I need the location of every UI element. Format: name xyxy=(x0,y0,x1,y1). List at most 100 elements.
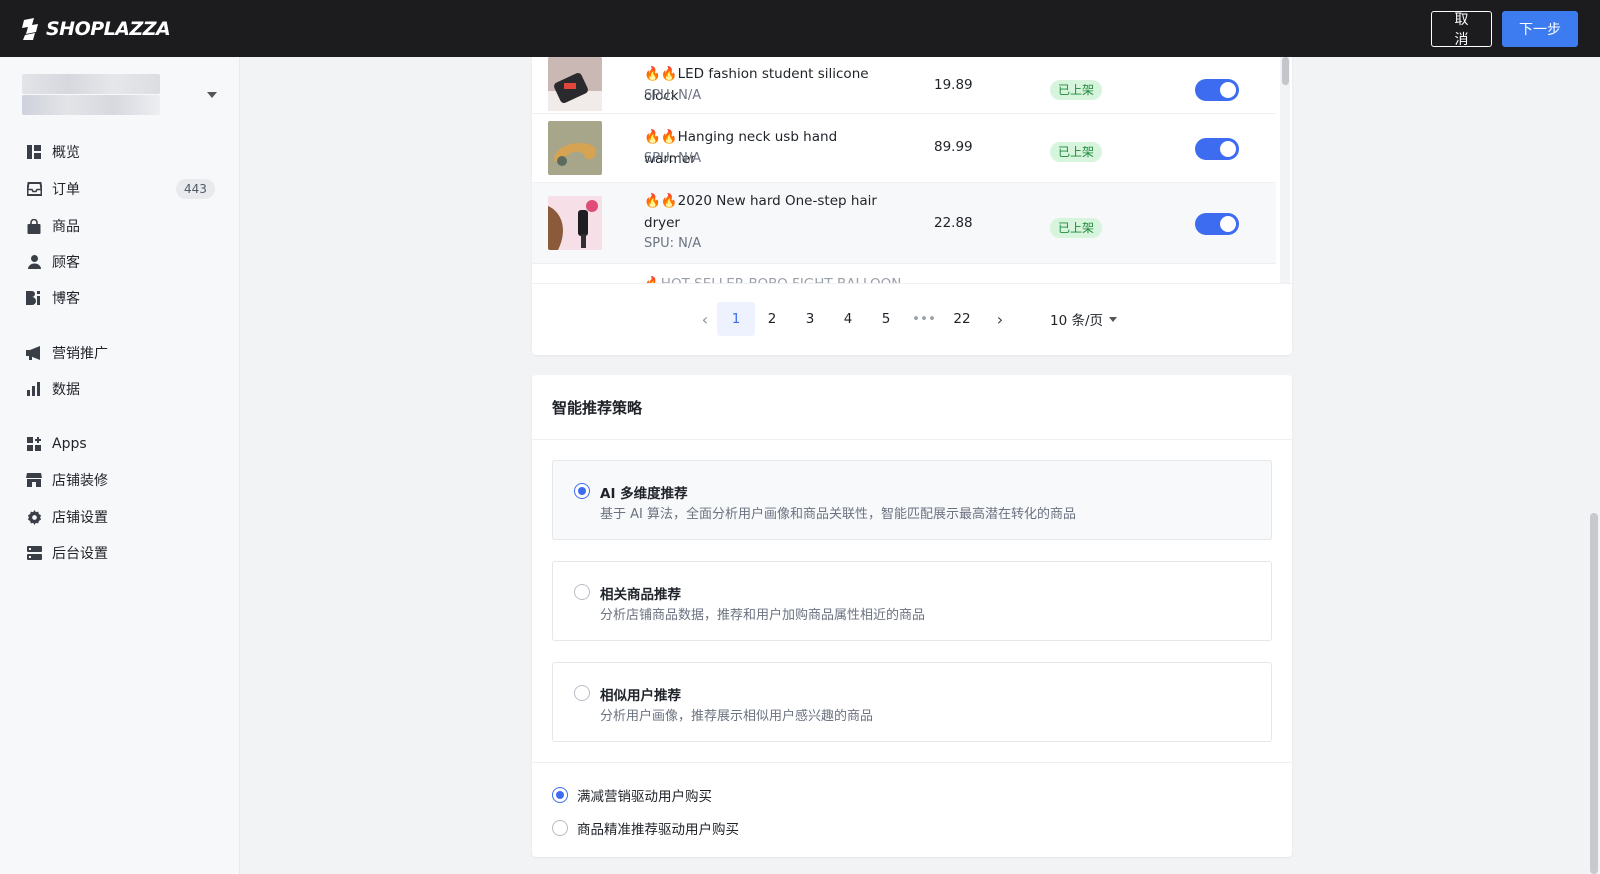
page-2[interactable]: 2 xyxy=(755,302,789,336)
product-price: 19.89 xyxy=(934,77,973,93)
recommendation-strategy-card: 智能推荐策略 AI 多维度推荐 基于 AI 算法，全面分析用户画像和商品关联性，… xyxy=(532,375,1292,857)
strategy-option-similar-users[interactable]: 相似用户推荐 分析用户画像，推荐展示相似用户感兴趣的商品 xyxy=(552,662,1272,742)
sidebar-item-marketing[interactable]: 营销推广 xyxy=(0,336,240,370)
table-row[interactable]: 🔥🔥Hanging neck usb hand warmer SPU: N/A … xyxy=(532,114,1276,183)
product-enabled-toggle[interactable] xyxy=(1195,79,1239,101)
product-thumbnail-hand-warmer[interactable] xyxy=(548,121,602,175)
sidebar-item-customers[interactable]: 顾客 xyxy=(0,245,240,279)
store-icon xyxy=(26,472,42,488)
sidebar-item-admin-settings[interactable]: 后台设置 xyxy=(0,536,240,570)
caret-down-icon xyxy=(1109,316,1118,322)
sidebar-item-orders[interactable]: 订单 443 xyxy=(0,172,240,206)
sidebar-item-label: 后台设置 xyxy=(52,546,108,562)
sidebar-item-label: 概览 xyxy=(52,145,80,161)
shoplazza-logo-icon xyxy=(22,17,38,40)
blurred-store-domain xyxy=(22,95,160,115)
sidebar-item-blog[interactable]: 博客 xyxy=(0,281,240,315)
top-bar: SHOPLAZZA 取消 下一步 xyxy=(0,0,1600,57)
page-1[interactable]: 1 xyxy=(717,302,755,336)
radio-precise-driver[interactable] xyxy=(552,820,568,836)
next-page-icon[interactable]: › xyxy=(983,302,1017,336)
strategy-option-related[interactable]: 相关商品推荐 分析店铺商品数据，推荐和用户加购商品属性相近的商品 xyxy=(552,561,1272,641)
option-description: 基于 AI 算法，全面分析用户画像和商品关联性，智能匹配展示最高潜在转化的商品 xyxy=(600,507,1076,522)
inbox-icon xyxy=(26,181,42,197)
orders-count-badge: 443 xyxy=(176,179,215,199)
status-badge: 已上架 xyxy=(1050,218,1103,238)
radio-similar-users[interactable] xyxy=(574,685,590,701)
sidebar-item-store-settings[interactable]: 店铺设置 xyxy=(0,500,240,534)
driver-label: 满减营销驱动用户购买 xyxy=(577,789,712,805)
next-step-button[interactable]: 下一步 xyxy=(1502,10,1578,47)
blurred-store-name xyxy=(22,74,160,94)
bag-icon xyxy=(26,218,42,234)
divider xyxy=(532,762,1292,763)
option-description: 分析用户画像，推荐展示相似用户感兴趣的商品 xyxy=(600,709,874,724)
table-row[interactable]: 🔥🔥2020 New hard One-step hair dryer SPU:… xyxy=(532,183,1276,264)
product-title[interactable]: 🔥🔥2020 New hard One-step hair dryer xyxy=(644,190,884,234)
sidebar: 概览 订单 443 商品 顾客 博客 营销推广 数据 Apps 店铺装修 店铺设… xyxy=(0,57,240,874)
table-scrollbar-thumb[interactable] xyxy=(1282,57,1289,85)
cancel-button[interactable]: 取消 xyxy=(1431,10,1492,48)
table-row[interactable]: 🔥🔥LED fashion student silicone clock SPU… xyxy=(532,57,1276,114)
store-switcher[interactable] xyxy=(22,74,217,115)
page-4[interactable]: 4 xyxy=(831,302,865,336)
option-title: 相似用户推荐 xyxy=(600,688,681,704)
shoplazza-logo[interactable]: SHOPLAZZA xyxy=(20,17,171,40)
product-enabled-toggle[interactable] xyxy=(1195,213,1239,235)
sidebar-item-label: Apps xyxy=(52,436,87,452)
driver-label: 商品精准推荐驱动用户购买 xyxy=(577,822,739,838)
sidebar-item-overview[interactable]: 概览 xyxy=(0,135,240,169)
driver-option-precise-recommend[interactable]: 商品精准推荐驱动用户购买 xyxy=(552,818,739,838)
sidebar-item-label: 顾客 xyxy=(52,255,80,271)
product-price: 22.88 xyxy=(934,215,973,231)
gear-icon xyxy=(26,509,42,525)
product-table-card: 🔥🔥LED fashion student silicone clock SPU… xyxy=(532,57,1292,355)
page-ellipsis[interactable]: ••• xyxy=(907,302,941,336)
option-title: AI 多维度推荐 xyxy=(600,486,688,502)
apps-icon xyxy=(26,436,42,452)
product-spu: SPU: N/A xyxy=(644,236,702,251)
sidebar-item-label: 数据 xyxy=(52,382,80,398)
sidebar-item-label: 营销推广 xyxy=(52,346,108,362)
table-row[interactable]: 🔥HOT SELLER BOBO FIGHT BALLOON xyxy=(532,264,1276,283)
product-table[interactable]: 🔥🔥LED fashion student silicone clock SPU… xyxy=(532,57,1292,283)
page-22[interactable]: 22 xyxy=(945,302,979,336)
sidebar-item-analytics[interactable]: 数据 xyxy=(0,372,240,406)
product-price: 89.99 xyxy=(934,139,973,155)
page-size-select[interactable]: 10 条/页 xyxy=(1050,302,1118,336)
option-title: 相关商品推荐 xyxy=(600,587,681,603)
sidebar-item-label: 博客 xyxy=(52,291,80,307)
driver-option-discount[interactable]: 满减营销驱动用户购买 xyxy=(552,785,712,805)
radio-ai[interactable] xyxy=(574,483,590,499)
sidebar-item-apps[interactable]: Apps xyxy=(0,427,240,461)
product-title[interactable]: 🔥HOT SELLER BOBO FIGHT BALLOON xyxy=(644,273,904,283)
brand-name: SHOPLAZZA xyxy=(46,17,171,40)
sidebar-item-label: 商品 xyxy=(52,219,80,235)
top-actions: 取消 下一步 xyxy=(1431,10,1578,48)
page-5[interactable]: 5 xyxy=(869,302,903,336)
server-icon xyxy=(26,545,42,561)
sidebar-item-label: 店铺装修 xyxy=(52,473,108,489)
sidebar-item-products[interactable]: 商品 xyxy=(0,209,240,243)
sidebar-item-label: 订单 xyxy=(52,182,80,198)
radio-discount-driver[interactable] xyxy=(552,787,568,803)
status-badge: 已上架 xyxy=(1050,80,1103,100)
user-icon xyxy=(26,254,42,270)
page-scrollbar[interactable] xyxy=(1588,57,1600,874)
page-scrollbar-thumb[interactable] xyxy=(1590,513,1598,874)
status-badge: 已上架 xyxy=(1050,142,1103,162)
sidebar-item-theme[interactable]: 店铺装修 xyxy=(0,463,240,497)
strategy-option-ai[interactable]: AI 多维度推荐 基于 AI 算法，全面分析用户画像和商品关联性，智能匹配展示最… xyxy=(552,460,1272,540)
blog-icon xyxy=(26,290,42,306)
dashboard-icon xyxy=(26,144,42,160)
product-thumbnail-hair-dryer[interactable] xyxy=(548,196,602,250)
table-scrollbar[interactable] xyxy=(1280,57,1290,283)
megaphone-icon xyxy=(26,345,42,361)
product-enabled-toggle[interactable] xyxy=(1195,138,1239,160)
option-description: 分析店铺商品数据，推荐和用户加购商品属性相近的商品 xyxy=(600,608,926,623)
sidebar-item-label: 店铺设置 xyxy=(52,510,108,526)
product-spu: SPU: N/A xyxy=(644,151,702,166)
radio-related[interactable] xyxy=(574,584,590,600)
page-3[interactable]: 3 xyxy=(793,302,827,336)
product-thumbnail-clock[interactable] xyxy=(548,57,602,111)
